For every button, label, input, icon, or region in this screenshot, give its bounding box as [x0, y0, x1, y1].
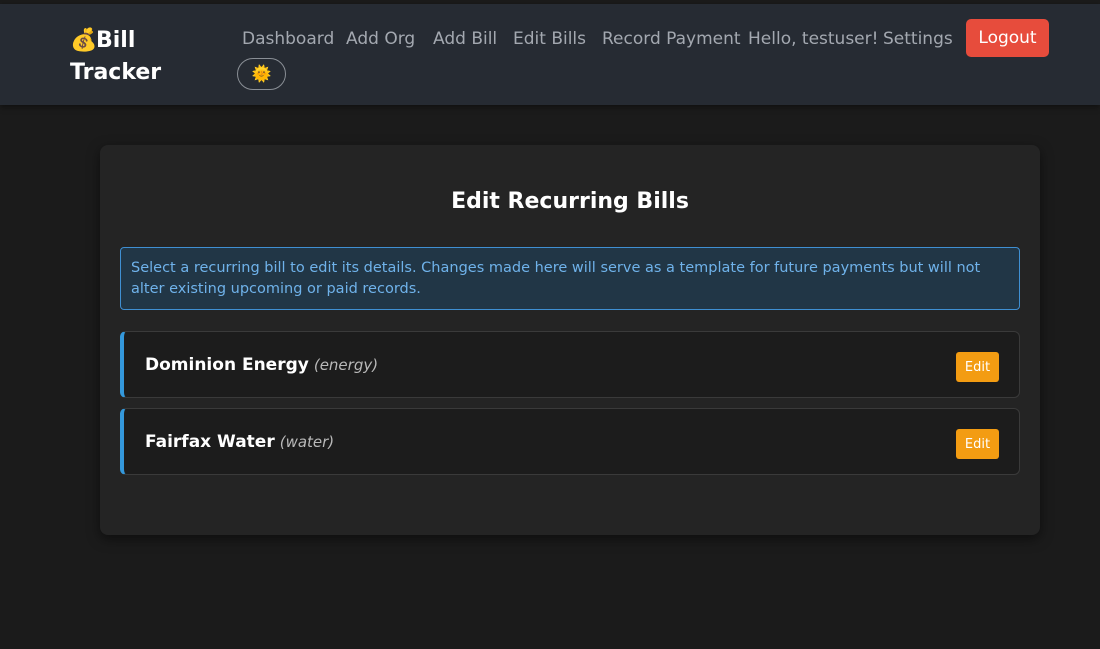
brand-title-1: Bill: [96, 28, 136, 53]
money-bag-icon: 💰: [70, 28, 98, 53]
brand-title-2: Tracker: [70, 60, 162, 85]
bill-category: (water): [279, 433, 335, 451]
bill-name: Fairfax Water: [145, 432, 275, 452]
navbar: 💰Bill Tracker Dashboard Add Org Add Bill…: [0, 4, 1100, 105]
nav-dashboard[interactable]: Dashboard: [242, 27, 334, 51]
bill-item: Dominion Energy (energy) Edit: [120, 331, 1020, 398]
theme-toggle-button[interactable]: 🌞: [237, 58, 286, 90]
brand-logo[interactable]: 💰Bill Tracker: [70, 25, 161, 89]
bill-item-title: Dominion Energy (energy): [145, 354, 378, 376]
logout-button[interactable]: Logout: [966, 19, 1049, 57]
sun-icon: 🌞: [251, 66, 272, 83]
info-alert: Select a recurring bill to edit its deta…: [120, 247, 1020, 310]
edit-bills-card: Edit Recurring Bills Select a recurring …: [100, 145, 1040, 535]
bill-item-title: Fairfax Water (water): [145, 431, 334, 453]
user-greeting: Hello, testuser!: [748, 29, 879, 49]
page-title: Edit Recurring Bills: [451, 189, 689, 214]
nav-add-bill[interactable]: Add Bill: [433, 27, 497, 51]
edit-bill-button[interactable]: Edit: [956, 352, 999, 382]
nav-settings[interactable]: Settings: [883, 27, 953, 51]
bill-name: Dominion Energy: [145, 355, 309, 375]
nav-add-org[interactable]: Add Org: [346, 27, 415, 51]
nav-edit-bills[interactable]: Edit Bills: [513, 27, 586, 51]
nav-record-payment[interactable]: Record Payment: [602, 27, 741, 51]
bill-item: Fairfax Water (water) Edit: [120, 408, 1020, 475]
bill-category: (energy): [313, 356, 379, 374]
edit-bill-button[interactable]: Edit: [956, 429, 999, 459]
brand-line-1: 💰Bill: [70, 25, 161, 57]
